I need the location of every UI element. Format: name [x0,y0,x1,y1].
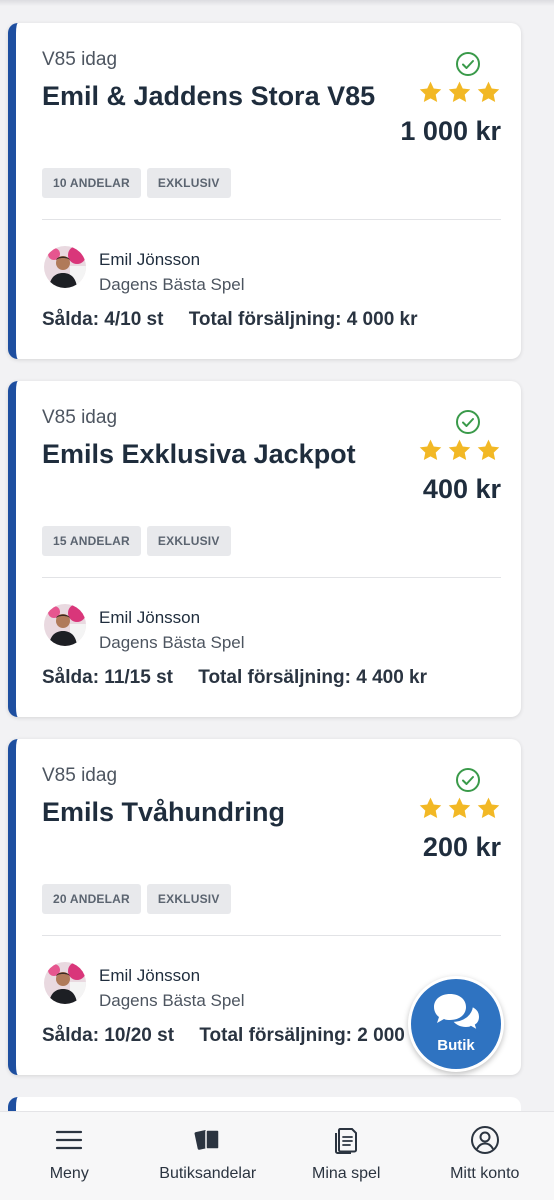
star-icon [419,797,442,818]
nav-item-my-account[interactable]: Mitt konto [416,1112,554,1200]
check-circle-icon [456,52,480,76]
total-sales: Total försäljning: 4 000 kr [188,309,418,330]
document-icon [335,1128,358,1154]
nav-label: Meny [49,1165,89,1182]
rating-stars [418,438,501,463]
price: 1 000 kr [400,116,501,146]
divider [42,219,501,220]
nav-item-shop-shares[interactable]: Butiksandelar [139,1112,278,1200]
sales-stats: Sålda: 10/20 st Total försäljning: 2 000 [42,1025,405,1047]
game-type: V85 idag [42,407,118,428]
author-subtitle: Dagens Bästa Spel [99,991,245,1010]
sold-count: Sålda: 4/10 st [42,309,164,330]
nav-item-menu[interactable]: Meny [0,1112,139,1200]
top-edge [0,0,554,6]
game-title: Emil & Jaddens Stora V85 [42,81,376,111]
author-subtitle: Dagens Bästa Spel [99,633,245,652]
exclusive-tag: EXKLUSIV [146,884,231,914]
account-icon [470,1126,499,1154]
chat-bubbles-icon [434,993,482,1033]
total-sales: Total försäljning: 2 000 [199,1025,405,1046]
avatar [44,604,86,646]
shop-fab-label: Butik [437,1036,475,1054]
price: 200 kr [422,832,501,862]
price: 400 kr [422,474,501,504]
check-circle-icon [456,768,480,792]
nav-label: Butiksandelar [159,1165,257,1182]
sales-stats: Sålda: 11/15 st Total försäljning: 4 400… [42,667,427,689]
game-type: V85 idag [42,49,118,70]
nav-item-my-games[interactable]: Mina spel [277,1112,416,1200]
author-name: Emil Jönsson [99,966,201,985]
menu-icon [56,1130,83,1150]
tag-list: 15 ANDELAR EXKLUSIV [42,526,231,556]
star-icon [477,81,500,102]
sold-count: Sålda: 10/20 st [42,1025,175,1046]
cards-icon [194,1129,220,1150]
game-title: Emils Exklusiva Jackpot [42,439,356,469]
divider [42,577,501,578]
author-name: Emil Jönsson [99,608,201,627]
author-name: Emil Jönsson [99,250,201,269]
game-card[interactable]: V85 idag Emils Exklusiva Jackpot 400 kr … [8,381,521,717]
bottom-navigation: Meny Butiksandelar Mina spel Mitt konto [0,1111,554,1200]
divider [42,935,501,936]
sales-stats: Sålda: 4/10 st Total försäljning: 4 000 … [42,309,418,331]
star-icon [477,797,500,818]
shares-tag: 20 ANDELAR [42,884,141,914]
star-icon [419,439,442,460]
tag-list: 20 ANDELAR EXKLUSIV [42,884,231,914]
tag-list: 10 ANDELAR EXKLUSIV [42,168,231,198]
star-icon [448,797,471,818]
game-card[interactable]: V85 idag Emil & Jaddens Stora V85 1 000 … [8,23,521,359]
nav-label: Mitt konto [450,1165,520,1182]
star-icon [448,439,471,460]
game-title: Emils Tvåhundring [42,797,286,827]
exclusive-tag: EXKLUSIV [146,526,231,556]
game-type: V85 idag [42,765,118,786]
nav-label: Mina spel [312,1165,381,1182]
rating-stars [418,80,501,105]
sold-count: Sålda: 11/15 st [42,667,173,688]
shares-tag: 10 ANDELAR [42,168,141,198]
avatar [44,962,86,1004]
avatar [44,246,86,288]
author-subtitle: Dagens Bästa Spel [99,275,245,294]
star-icon [477,439,500,460]
total-sales: Total försäljning: 4 400 kr [198,667,428,688]
shop-fab-button[interactable]: Butik [408,976,504,1072]
star-icon [419,81,442,102]
exclusive-tag: EXKLUSIV [146,168,231,198]
rating-stars [418,796,501,821]
shares-tag: 15 ANDELAR [42,526,141,556]
star-icon [448,81,471,102]
check-circle-icon [456,410,480,434]
